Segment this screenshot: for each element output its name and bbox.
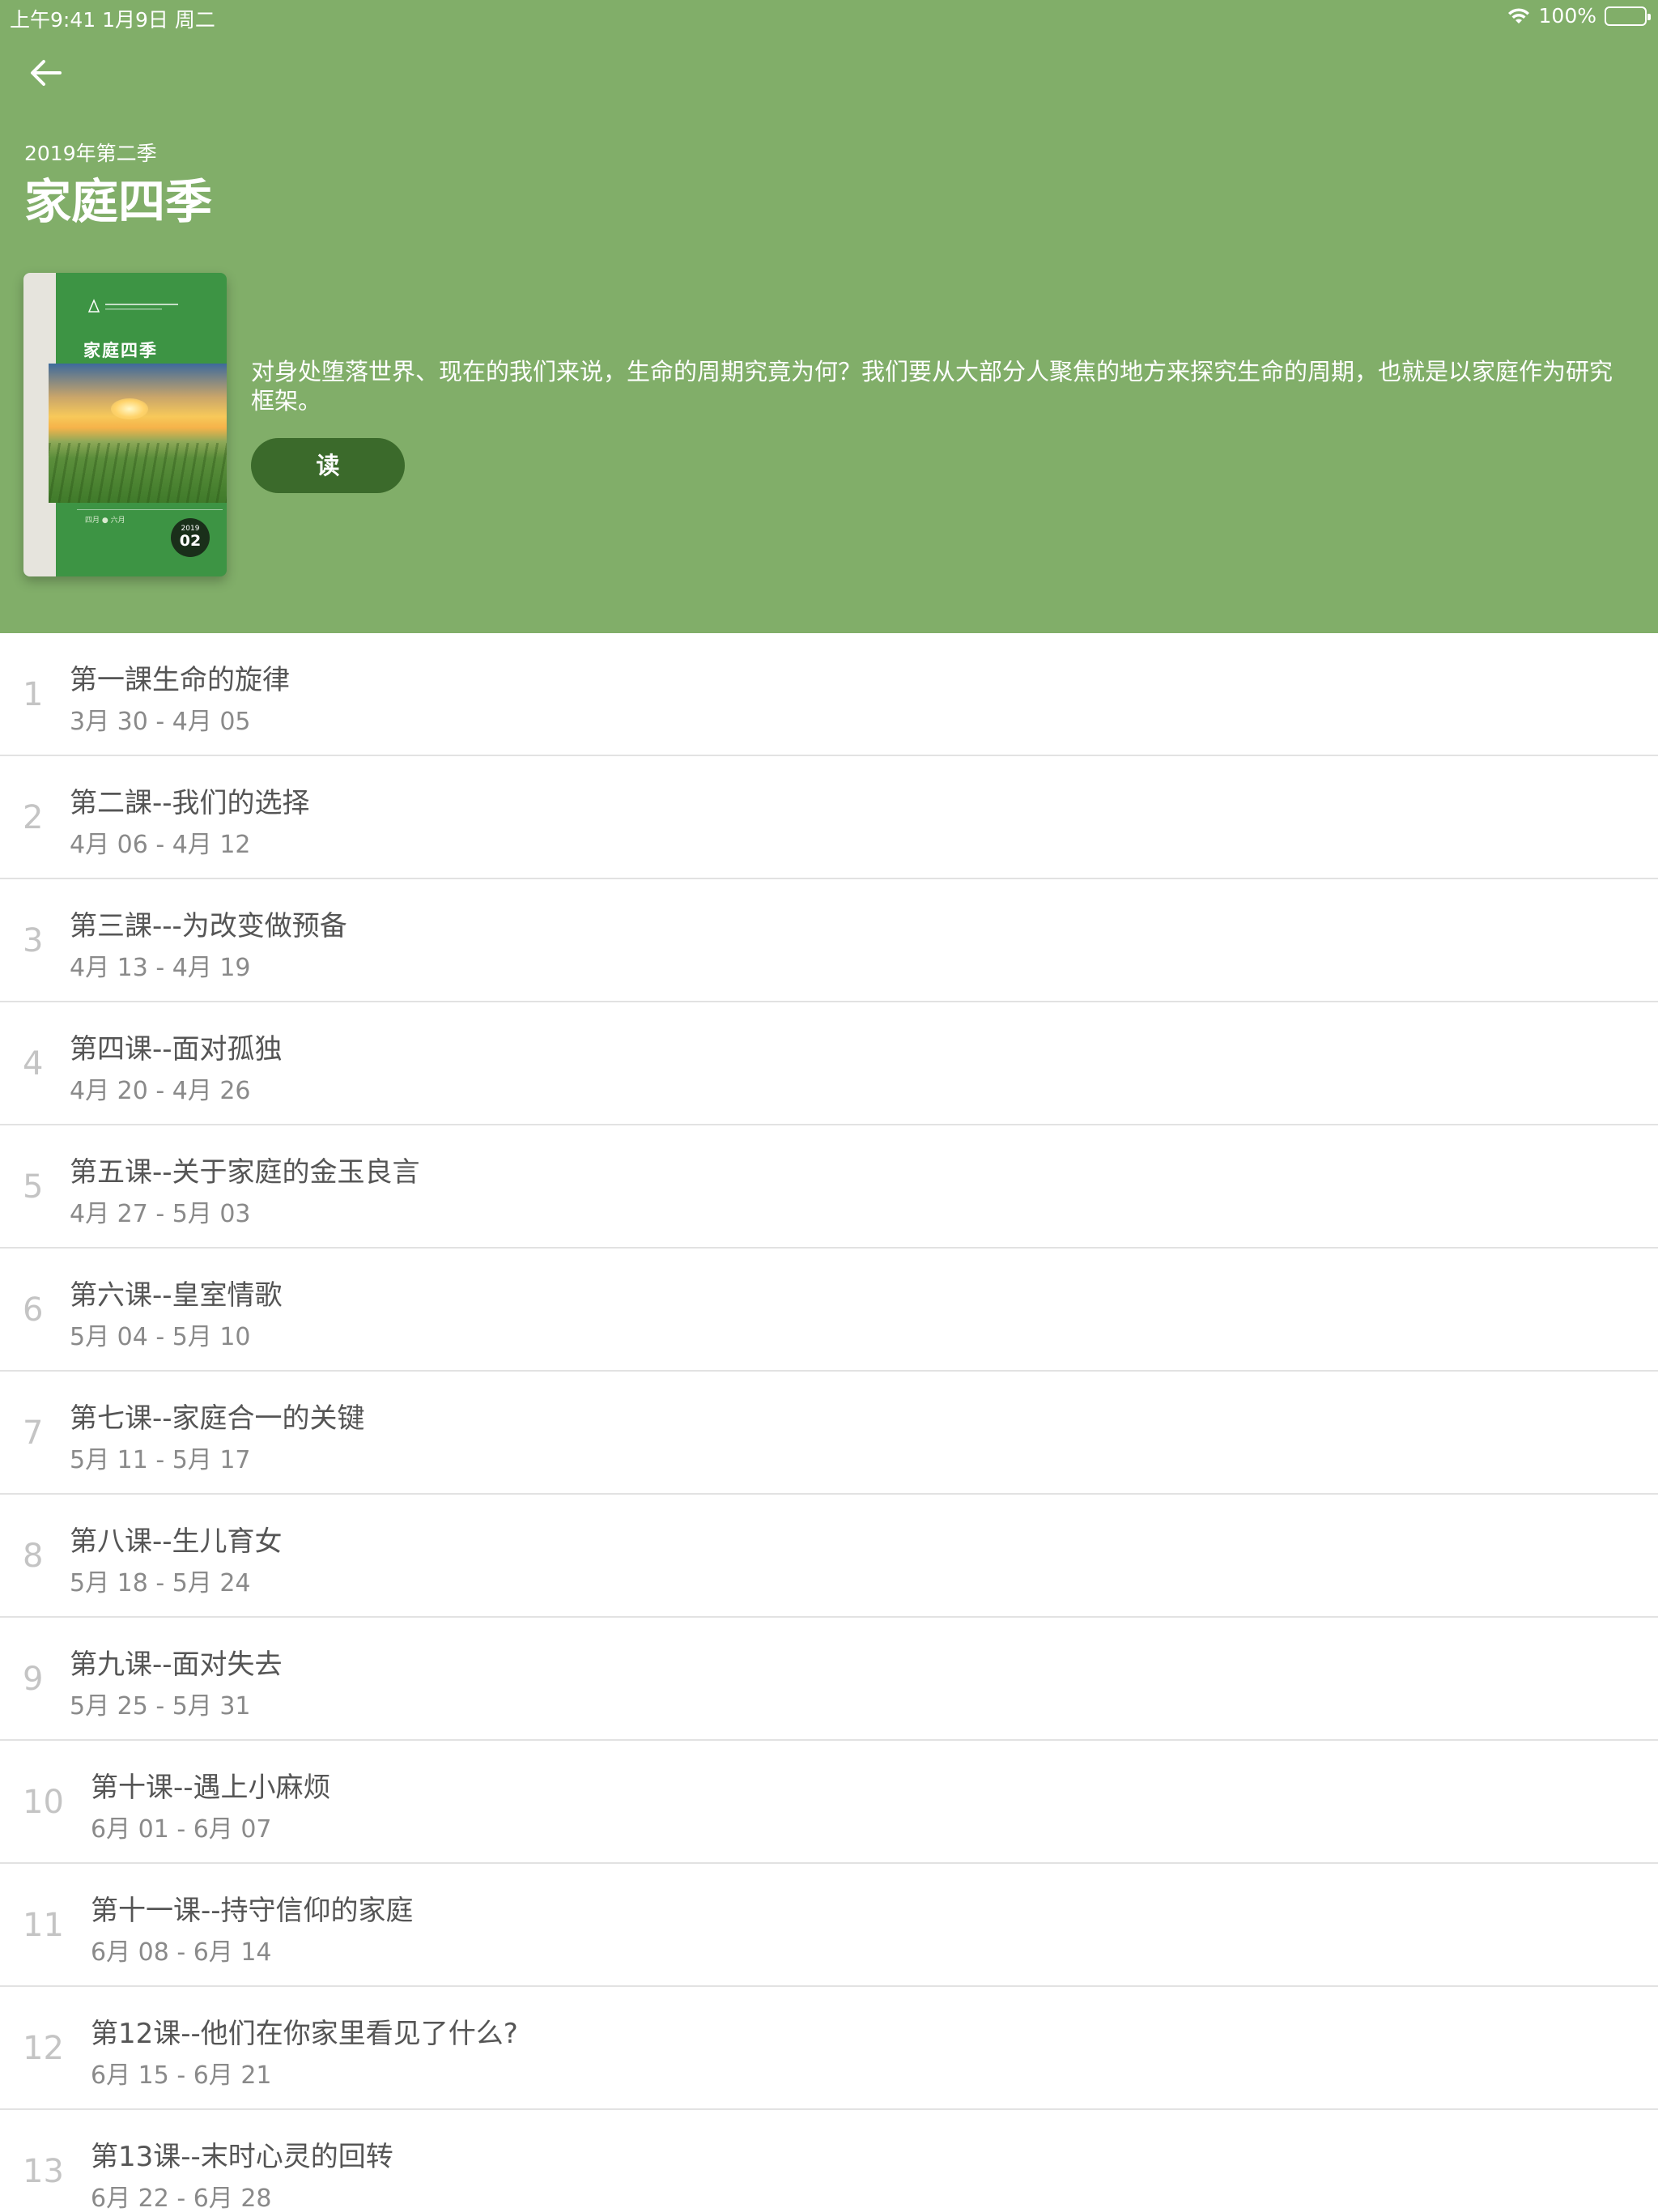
lesson-row[interactable]: 5 第五课--关于家庭的金玉良言 4月 27 - 5月 03 xyxy=(0,1125,1658,1249)
lesson-row[interactable]: 1 第一課生命的旋律 3月 30 - 4月 05 xyxy=(0,633,1658,756)
lesson-number: 3 xyxy=(23,922,44,959)
read-button[interactable]: 读 xyxy=(251,438,405,493)
lesson-list: 1 第一課生命的旋律 3月 30 - 4月 05 2 第二課--我们的选择 4月… xyxy=(0,633,1658,2212)
season-label: 2019年第二季 xyxy=(24,142,157,165)
battery-icon xyxy=(1605,6,1651,26)
page-title: 家庭四季 xyxy=(24,174,213,229)
lesson-date: 4月 27 - 5月 03 xyxy=(70,1200,251,1228)
lesson-number: 10 xyxy=(23,1784,64,1821)
lesson-number: 7 xyxy=(23,1414,44,1452)
quarterly-description: 对身处堕落世界、现在的我们来说，生命的周期究竟为何？我们要从大部分人聚焦的地方来… xyxy=(251,358,1613,415)
lesson-number: 5 xyxy=(23,1168,44,1206)
lesson-number: 2 xyxy=(23,799,44,836)
lesson-number: 8 xyxy=(23,1538,44,1575)
lesson-number: 11 xyxy=(23,1907,64,1944)
lesson-title: 第八课--生儿育女 xyxy=(70,1525,283,1558)
lesson-row[interactable]: 9 第九课--面对失去 5月 25 - 5月 31 xyxy=(0,1618,1658,1741)
lesson-title: 第十课--遇上小麻烦 xyxy=(91,1772,331,1804)
lesson-title: 第六课--皇室情歌 xyxy=(70,1279,283,1312)
lesson-number: 4 xyxy=(23,1045,44,1083)
lesson-row[interactable]: 10 第十课--遇上小麻烦 6月 01 - 6月 07 xyxy=(0,1741,1658,1864)
lesson-title: 第12课--他们在你家里看见了什么? xyxy=(91,2018,518,2050)
lesson-row[interactable]: 12 第12课--他们在你家里看见了什么? 6月 15 - 6月 21 xyxy=(0,1987,1658,2110)
status-right: 100% xyxy=(1507,4,1651,28)
lesson-title: 第四课--面对孤独 xyxy=(70,1033,283,1066)
lesson-title: 第七课--家庭合一的关键 xyxy=(70,1402,365,1435)
lesson-date: 5月 11 - 5月 17 xyxy=(70,1446,251,1474)
lesson-date: 3月 30 - 4月 05 xyxy=(70,708,251,736)
lesson-date: 5月 25 - 5月 31 xyxy=(70,1692,251,1721)
wifi-icon xyxy=(1507,7,1529,23)
lesson-title: 第十一课--持守信仰的家庭 xyxy=(91,1895,414,1927)
lesson-date: 4月 06 - 4月 12 xyxy=(70,831,251,859)
lesson-row[interactable]: 6 第六课--皇室情歌 5月 04 - 5月 10 xyxy=(0,1249,1658,1372)
cover-logo-icon xyxy=(87,299,178,313)
cover-issue-badge: 2019 02 xyxy=(171,518,210,557)
back-arrow-icon[interactable] xyxy=(24,52,66,94)
lesson-date: 4月 20 - 4月 26 xyxy=(70,1077,251,1105)
lesson-title: 第三課---为改变做预备 xyxy=(70,910,347,942)
lesson-title: 第13课--末时心灵的回转 xyxy=(91,2141,393,2173)
lesson-row[interactable]: 2 第二課--我们的选择 4月 06 - 4月 12 xyxy=(0,756,1658,879)
lesson-date: 6月 15 - 6月 21 xyxy=(91,2061,272,2090)
lesson-number: 6 xyxy=(23,1291,44,1329)
cover-field-rows xyxy=(49,443,227,503)
cover-divider xyxy=(77,509,223,510)
cover-badge-issue: 02 xyxy=(179,532,202,550)
lesson-date: 6月 08 - 6月 14 xyxy=(91,1938,272,1967)
lesson-row[interactable]: 7 第七课--家庭合一的关键 5月 11 - 5月 17 xyxy=(0,1372,1658,1495)
lesson-row[interactable]: 13 第13课--末时心灵的回转 6月 22 - 6月 28 xyxy=(0,2110,1658,2212)
lesson-date: 5月 18 - 5月 24 xyxy=(70,1569,251,1597)
lesson-date: 6月 01 - 6月 07 xyxy=(91,1815,272,1844)
lesson-number: 1 xyxy=(23,676,44,713)
lesson-date: 4月 13 - 4月 19 xyxy=(70,954,251,982)
header: 上午9:41 1月9日 周二 100% 2019年第二季 家庭四季 家庭四季 四… xyxy=(0,0,1658,633)
lesson-row[interactable]: 3 第三課---为改变做预备 4月 13 - 4月 19 xyxy=(0,879,1658,1002)
cover-small-text: 四月 ● 六月 xyxy=(85,517,125,525)
lesson-number: 12 xyxy=(23,2030,64,2067)
battery-percent: 100% xyxy=(1538,4,1596,28)
lesson-title: 第九课--面对失去 xyxy=(70,1648,283,1681)
quarterly-cover-image: 家庭四季 四月 ● 六月 2019 02 xyxy=(23,273,227,576)
cover-title: 家庭四季 xyxy=(83,340,158,360)
lesson-title: 第二課--我们的选择 xyxy=(70,787,310,819)
cover-sun xyxy=(111,398,148,419)
lesson-row[interactable]: 11 第十一课--持守信仰的家庭 6月 08 - 6月 14 xyxy=(0,1864,1658,1987)
lesson-title: 第五课--关于家庭的金玉良言 xyxy=(70,1156,420,1189)
lesson-date: 6月 22 - 6月 28 xyxy=(91,2184,272,2212)
status-time-date: 上午9:41 1月9日 周二 xyxy=(10,8,215,32)
lesson-number: 9 xyxy=(23,1661,44,1698)
lesson-date: 5月 04 - 5月 10 xyxy=(70,1323,251,1351)
lesson-row[interactable]: 4 第四课--面对孤独 4月 20 - 4月 26 xyxy=(0,1002,1658,1125)
status-bar: 上午9:41 1月9日 周二 100% xyxy=(0,0,1658,32)
lesson-title: 第一課生命的旋律 xyxy=(70,664,290,696)
lesson-number: 13 xyxy=(23,2153,64,2190)
lesson-row[interactable]: 8 第八课--生儿育女 5月 18 - 5月 24 xyxy=(0,1495,1658,1618)
